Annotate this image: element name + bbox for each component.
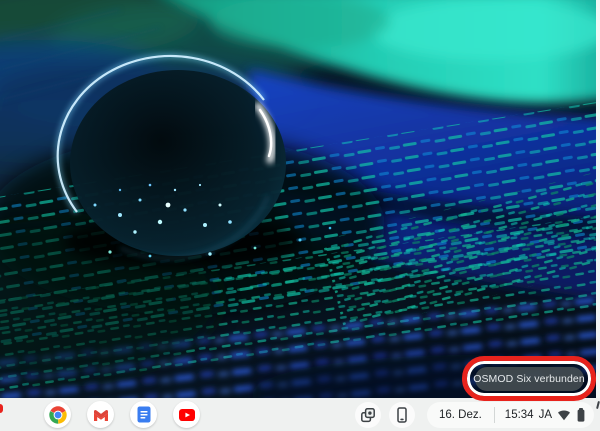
- annotation-highlight-box: OSMOD Six verbunden: [462, 356, 596, 401]
- wifi-icon: [558, 410, 570, 420]
- phone-hub-icon: [397, 406, 407, 423]
- gmail-icon: [93, 409, 108, 421]
- screen-edge-strip: [596, 0, 600, 431]
- shelf: 16. Dez. 15:34 JA: [0, 398, 600, 431]
- chrome-icon: [48, 405, 67, 424]
- clock-label: 15:34: [504, 408, 534, 421]
- screen-capture-icon: [361, 407, 375, 422]
- shelf-app-docs[interactable]: [130, 401, 157, 428]
- shelf-app-gmail[interactable]: [87, 401, 114, 428]
- toast-message: OSMOD Six verbunden: [473, 372, 585, 385]
- phone-hub-button[interactable]: [388, 401, 415, 428]
- datetime-pill: 16. Dez. 15:34 JA: [426, 401, 594, 428]
- date-label: 16. Dez.: [438, 408, 482, 421]
- ime-indicator: JA: [538, 408, 552, 421]
- chromeos-desktop: OSMOD Six verbunden 16. Dez. 15:34 JA: [0, 0, 600, 431]
- connection-toast: OSMOD Six verbunden: [473, 366, 585, 391]
- screen-capture-button[interactable]: [354, 401, 381, 428]
- google-docs-icon: [137, 406, 150, 423]
- pinned-apps: [44, 401, 200, 428]
- status-tray-button[interactable]: 15:34 JA: [495, 407, 594, 422]
- shelf-app-chrome[interactable]: [44, 401, 71, 428]
- battery-full-icon: [577, 407, 585, 422]
- status-area: 16. Dez. 15:34 JA: [354, 401, 594, 428]
- shelf-app-youtube[interactable]: [173, 401, 200, 428]
- youtube-icon: [178, 408, 195, 421]
- date-display[interactable]: 16. Dez.: [427, 409, 494, 421]
